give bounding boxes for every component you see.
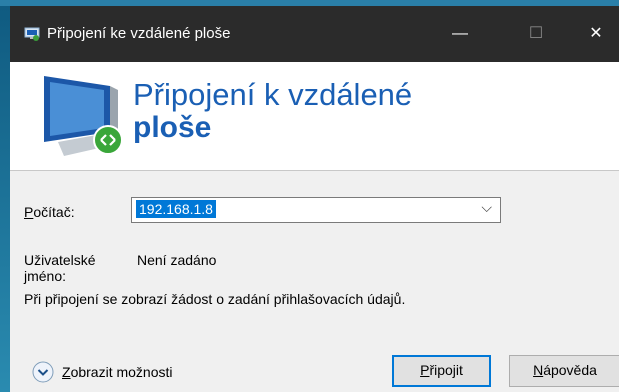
credentials-note: Při připojení se zobrazí žádost o zadání…	[24, 291, 406, 307]
close-button[interactable]: ✕	[573, 12, 619, 56]
header-banner: Připojení k vzdálené ploše	[10, 62, 619, 170]
connect-text: řipojit	[429, 362, 463, 378]
remote-desktop-monitor-icon	[44, 76, 123, 156]
computer-combobox[interactable]: 192.168.1.8 ⌵	[131, 197, 501, 223]
maximize-button[interactable]: ☐	[513, 12, 559, 56]
help-text: ápověda	[543, 362, 597, 378]
chevron-down-icon[interactable]: ⌵	[481, 199, 492, 216]
connect-button[interactable]: Připojit	[392, 355, 491, 387]
show-options-accelerator: Z	[62, 364, 71, 380]
help-accelerator: N	[533, 362, 544, 378]
computer-label-accelerator: P	[24, 204, 34, 220]
expand-options-icon[interactable]	[32, 361, 54, 383]
banner-heading-line1: Připojení k vzdálené	[133, 77, 413, 112]
help-button[interactable]: Nápověda	[509, 355, 619, 387]
banner-divider	[10, 170, 619, 171]
remote-desktop-window: Připojení ke vzdálené ploše — ☐ ✕ Připoj…	[10, 6, 619, 392]
window-title: Připojení ke vzdálené ploše	[47, 25, 231, 42]
show-options-text: obrazit možnosti	[70, 364, 173, 380]
desktop-background-edge	[0, 0, 10, 392]
title-bar[interactable]: Připojení ke vzdálené ploše — ☐ ✕	[10, 6, 619, 62]
banner-heading-line2: ploše	[133, 111, 212, 144]
computer-label: Počítač:	[24, 204, 75, 220]
computer-input-value[interactable]: 192.168.1.8	[135, 199, 217, 219]
show-options-link[interactable]: Zobrazit možnosti	[62, 364, 173, 380]
computer-label-text: očítač:	[33, 204, 75, 220]
remote-desktop-app-icon	[24, 27, 40, 41]
username-value: Není zadáno	[137, 252, 217, 268]
minimize-button[interactable]: —	[437, 12, 483, 56]
username-label: Uživatelské jméno:	[24, 252, 96, 284]
